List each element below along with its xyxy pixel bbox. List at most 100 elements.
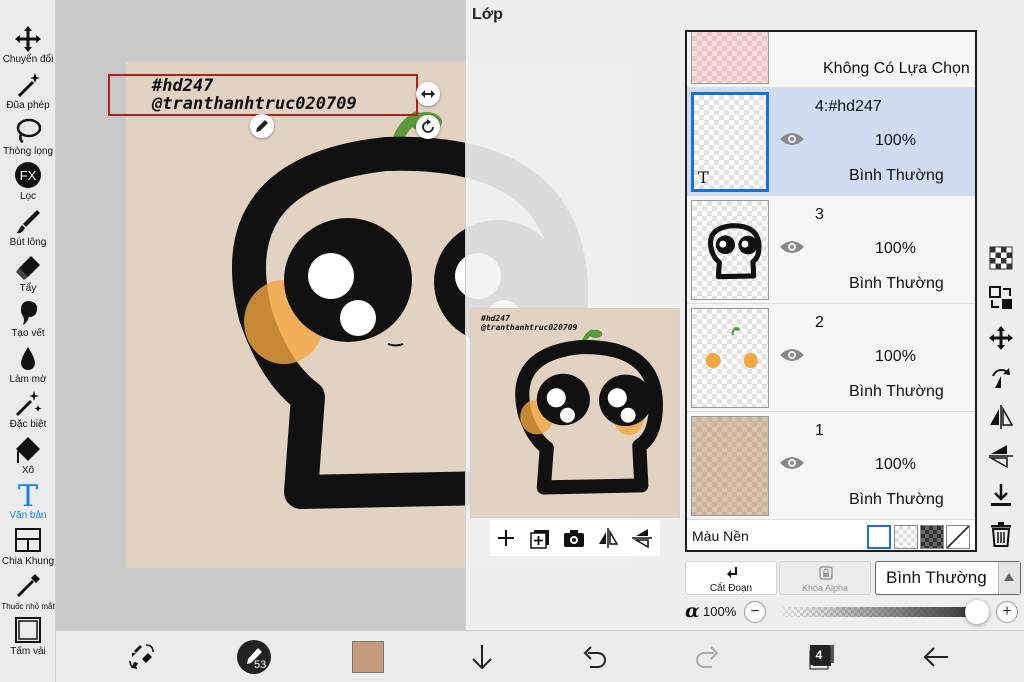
- download-arrow-icon[interactable]: [466, 641, 498, 673]
- tool-label: Đặc biệt: [9, 419, 47, 430]
- layer-row-3[interactable]: 3 100% Bình Thường: [687, 196, 975, 304]
- layer-blend-mode: Bình Thường: [849, 491, 944, 508]
- undo-icon[interactable]: [578, 641, 610, 673]
- add-layer-copy-icon[interactable]: [528, 526, 552, 550]
- lock-icon: [819, 566, 833, 580]
- left-toolbar: Chuyển đổi Đũa phép Thòng lọng FX Lọc Bú…: [0, 0, 56, 682]
- special-icon: [15, 391, 42, 417]
- layer-thumbnail: [691, 200, 769, 300]
- eye-icon[interactable]: [779, 238, 805, 256]
- tool-lasso[interactable]: Thòng lọng: [0, 116, 56, 162]
- layer-name: 3: [815, 206, 824, 223]
- no-selection-label: Không Có Lựa Chọn: [823, 60, 970, 77]
- bottom-bar: 53 4: [56, 630, 1024, 682]
- selection-layer-thumbnail: [691, 32, 769, 84]
- layers-button[interactable]: 4: [808, 643, 836, 671]
- tool-brush[interactable]: Bút lông: [0, 207, 56, 253]
- flip-layer-horizontal-icon[interactable]: [987, 403, 1015, 431]
- tool-eyedropper[interactable]: Thuốc nhỏ mắt: [0, 571, 56, 617]
- merge-down-icon[interactable]: [987, 481, 1015, 509]
- layer-row-1[interactable]: 1 100% Bình Thường: [687, 412, 975, 520]
- layer-row-2[interactable]: 2 100% Bình Thường: [687, 304, 975, 412]
- layer-blend-mode: Bình Thường: [849, 167, 944, 184]
- svg-text:T: T: [18, 480, 38, 510]
- layer-thumbnail: [691, 308, 769, 408]
- flip-horizontal-icon[interactable]: [596, 526, 620, 550]
- checkerboard-icon[interactable]: [987, 244, 1015, 272]
- layer-name: 1: [815, 422, 824, 439]
- tool-canvas[interactable]: Tấm vải: [0, 616, 56, 662]
- eye-icon[interactable]: [779, 346, 805, 364]
- alpha-lock-button[interactable]: Khóa Alpha: [779, 561, 871, 595]
- edit-text-handle[interactable]: [250, 114, 274, 138]
- clipping-label: Cắt Đoạn: [709, 583, 753, 594]
- layer-panel: Lớp #hd247 @tranthanhtruc020709 Không Có…: [465, 0, 1024, 630]
- selection-layer[interactable]: Không Có Lựa Chọn: [687, 32, 975, 88]
- blend-mode-value: Bình Thường: [886, 568, 987, 587]
- rotate-layer-icon[interactable]: [987, 364, 1015, 392]
- blend-mode-select[interactable]: Bình Thường: [875, 561, 1021, 595]
- clipping-button[interactable]: Cắt Đoạn: [685, 561, 777, 595]
- background-dark-swatch[interactable]: [920, 525, 944, 549]
- preview-illustration: [515, 329, 663, 495]
- quick-access-icon[interactable]: [126, 641, 158, 673]
- tool-label: Thuốc nhỏ mắt: [1, 602, 55, 611]
- svg-text:FX: FX: [20, 168, 37, 183]
- layer-thumbnail-color: [705, 327, 758, 369]
- tool-blur[interactable]: Làm mờ: [0, 344, 56, 390]
- tool-text[interactable]: T Văn bản: [0, 480, 56, 526]
- tool-bucket[interactable]: Xô: [0, 435, 56, 481]
- tool-magic-wand[interactable]: Đũa phép: [0, 70, 56, 116]
- add-layer-icon[interactable]: [494, 526, 518, 550]
- flip-vertical-icon[interactable]: [630, 526, 654, 550]
- opacity-increase-button[interactable]: +: [996, 601, 1018, 623]
- opacity-decrease-button[interactable]: −: [744, 601, 766, 623]
- tool-special[interactable]: Đặc biệt: [0, 389, 56, 435]
- canvas-text-hashtag: #hd247: [152, 76, 214, 96]
- layer-thumbnail: [691, 416, 769, 516]
- tool-label: Tạo vết: [11, 328, 45, 339]
- layer-actions-toolbar: [490, 520, 660, 556]
- layer-blend-mode: Bình Thường: [849, 275, 944, 292]
- layer-thumbnail: T: [691, 92, 769, 192]
- tool-transform[interactable]: Chuyển đổi: [0, 24, 56, 70]
- opacity-slider-knob[interactable]: [965, 600, 989, 624]
- tool-label: Tấm vải: [10, 646, 46, 657]
- transfer-layer-icon[interactable]: [987, 284, 1015, 312]
- pencil-icon: [256, 120, 268, 132]
- color-swatch-button[interactable]: [352, 641, 384, 673]
- move-layer-icon[interactable]: [987, 324, 1015, 352]
- blend-mode-dropdown[interactable]: [998, 562, 1020, 594]
- background-transparent-swatch[interactable]: [894, 525, 918, 549]
- background-white-swatch[interactable]: [867, 525, 891, 549]
- opacity-value: 100%: [703, 604, 737, 619]
- eye-icon[interactable]: [779, 130, 805, 148]
- flip-layer-vertical-icon[interactable]: [987, 442, 1015, 470]
- layer-row-4[interactable]: T 4:#hd247 100% Bình Thường: [687, 88, 975, 196]
- tool-eraser[interactable]: Tẩy: [0, 253, 56, 299]
- camera-icon[interactable]: [562, 526, 586, 550]
- background-none-swatch[interactable]: [946, 525, 970, 549]
- tool-filter[interactable]: FX Lọc: [0, 161, 56, 207]
- blur-icon: [21, 347, 35, 370]
- panel-title: Lớp: [472, 6, 503, 23]
- back-arrow-icon[interactable]: [920, 641, 952, 673]
- alpha-lock-label: Khóa Alpha: [801, 583, 849, 593]
- brush-icon: [17, 210, 40, 234]
- text-layer-mark: T: [698, 168, 709, 187]
- tool-smudge[interactable]: Tạo vết: [0, 298, 56, 344]
- redo-icon[interactable]: [692, 641, 724, 673]
- opacity-slider[interactable]: [779, 607, 977, 617]
- eraser-icon: [16, 256, 40, 280]
- resize-handle[interactable]: [416, 82, 440, 106]
- brush-size-button[interactable]: 53: [236, 639, 272, 675]
- tool-label: Bút lông: [9, 237, 47, 248]
- move-icon: [15, 26, 41, 52]
- eye-icon[interactable]: [779, 454, 805, 472]
- trash-icon[interactable]: [987, 520, 1015, 548]
- rotate-handle[interactable]: [416, 115, 440, 139]
- tool-label: Thòng lọng: [2, 146, 54, 157]
- rotate-icon: [422, 119, 434, 133]
- tool-frame-divider[interactable]: Chia Khung: [0, 526, 56, 572]
- eyedropper-icon: [17, 574, 40, 597]
